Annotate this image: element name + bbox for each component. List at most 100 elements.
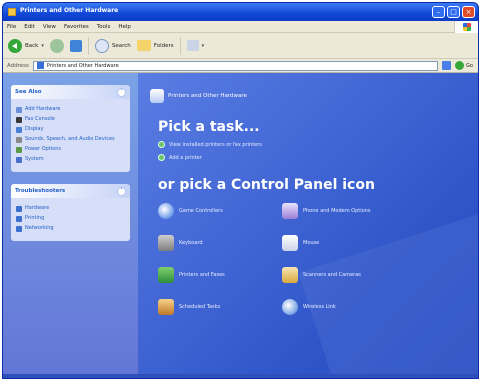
category-view: Printers and Other Hardware Pick a task.… [138,73,478,378]
icon-phone-modem[interactable]: Phone and Modem Options [282,203,406,219]
back-dropdown-icon[interactable]: ▾ [41,43,44,49]
toolbar-separator [179,36,181,55]
see-also-item-fax-console[interactable]: Fax Console [16,116,125,123]
go-label: Go [466,62,473,69]
see-also-item-sounds[interactable]: Sounds, Speech, and Audio Devices [16,136,125,143]
task-add-printer[interactable]: Add a printer [158,154,478,161]
window-title: Printers and Other Hardware [20,7,119,14]
maximize-button[interactable]: □ [447,6,460,18]
toolbar: Back ▾ Search Folders ▾ [3,33,478,59]
menu-tools[interactable]: Tools [97,24,111,30]
power-icon [16,147,22,153]
troubleshooter-label: Networking [25,225,54,231]
back-arrow-icon [8,38,22,53]
troubleshooter-item-hardware[interactable]: Hardware [16,205,125,212]
back-label: Back [25,42,39,49]
search-button[interactable]: Search [94,38,131,53]
address-dropdown-icon[interactable] [442,61,451,70]
menu-file[interactable]: File [7,24,16,30]
windows-flag-icon [463,23,471,31]
menu-favorites[interactable]: Favorites [64,24,89,30]
up-button[interactable] [69,39,82,52]
troubleshooters-panel: Troubleshooters ˄ Hardware Printing Netw… [11,184,130,241]
chevron-up-icon[interactable]: ˄ [117,186,126,196]
minimize-button[interactable]: – [432,6,445,18]
troubleshooters-title: Troubleshooters [15,188,66,194]
see-also-label: Sounds, Speech, and Audio Devices [25,136,115,142]
address-input[interactable]: Printers and Other Hardware [32,60,438,71]
troubleshooters-header[interactable]: Troubleshooters ˄ [11,184,130,198]
menu-view[interactable]: View [43,24,56,30]
keyboard-icon [158,235,174,251]
troubleshooter-label: Printing [25,215,45,221]
close-button[interactable]: × [462,6,475,18]
icon-label: Mouse [303,240,320,246]
see-also-label: Display [25,126,44,132]
go-button[interactable]: Go [455,61,475,71]
icon-wireless-link[interactable]: Wireless Link [282,299,406,315]
menu-help[interactable]: Help [118,24,131,30]
hardware-icon [16,107,22,113]
fax-icon [16,117,22,123]
icon-label: Scheduled Tasks [179,304,221,310]
display-icon [16,127,22,133]
see-also-panel: See Also ˄ Add Hardware Fax Console Disp… [11,85,130,172]
icon-scanners-cameras[interactable]: Scanners and Cameras [282,267,406,283]
see-also-header[interactable]: See Also ˄ [11,85,130,99]
icon-mouse[interactable]: Mouse [282,235,406,251]
forward-button[interactable] [49,38,64,53]
folders-icon [136,40,151,51]
forward-arrow-icon [49,38,64,53]
window-controls: – □ × [432,6,475,18]
category-title: Printers and Other Hardware [168,93,247,99]
see-also-item-system[interactable]: System [16,156,125,163]
address-label: Address [7,62,29,69]
icon-scheduled-tasks[interactable]: Scheduled Tasks [158,299,282,315]
back-button[interactable]: Back ▾ [8,38,44,53]
title-bar[interactable]: Printers and Other Hardware – □ × [3,3,478,21]
see-also-list: Add Hardware Fax Console Display Sounds,… [11,99,130,172]
folder-icon [8,8,16,16]
search-icon [94,38,109,53]
content-area: See Also ˄ Add Hardware Fax Console Disp… [3,73,478,378]
mouse-icon [282,235,298,251]
see-also-item-add-hardware[interactable]: Add Hardware [16,106,125,113]
views-button[interactable]: ▾ [186,40,204,51]
help-icon [16,226,22,232]
icon-printers-faxes[interactable]: Printers and Faxes [158,267,282,283]
window-bottom-border [3,374,478,378]
icon-keyboard[interactable]: Keyboard [158,235,282,251]
troubleshooter-item-printing[interactable]: Printing [16,215,125,222]
pick-task-heading: Pick a task... [158,119,260,135]
see-also-label: Power Options [25,146,61,152]
see-also-label: System [25,156,44,162]
see-also-item-power-options[interactable]: Power Options [16,146,125,153]
troubleshooters-list: Hardware Printing Networking [11,198,130,241]
troubleshooter-item-networking[interactable]: Networking [16,225,125,232]
help-icon [16,206,22,212]
chevron-up-icon[interactable]: ˄ [117,87,126,97]
scheduled-tasks-icon [158,299,174,315]
icon-label: Game Controllers [179,208,223,214]
views-icon [186,40,199,51]
menu-edit[interactable]: Edit [24,24,35,30]
go-arrow-icon [455,61,464,70]
see-also-item-display[interactable]: Display [16,126,125,133]
task-pane: See Also ˄ Add Hardware Fax Console Disp… [3,73,138,378]
task-arrow-icon [158,154,165,161]
see-also-label: Fax Console [25,116,55,122]
icon-game-controllers[interactable]: Game Controllers [158,203,282,219]
wireless-link-icon [282,299,298,315]
icon-label: Wireless Link [303,304,336,310]
speaker-icon [16,137,22,143]
see-also-title: See Also [15,89,42,95]
icon-label: Keyboard [179,240,203,246]
up-folder-icon [69,39,82,52]
category-header: Printers and Other Hardware [150,89,478,103]
task-view-printers[interactable]: View installed printers or fax printers [158,141,478,148]
toolbar-separator [87,36,89,55]
folders-button[interactable]: Folders [136,40,174,51]
troubleshooter-label: Hardware [25,205,50,211]
icon-label: Phone and Modem Options [303,208,371,214]
folders-label: Folders [153,42,174,49]
